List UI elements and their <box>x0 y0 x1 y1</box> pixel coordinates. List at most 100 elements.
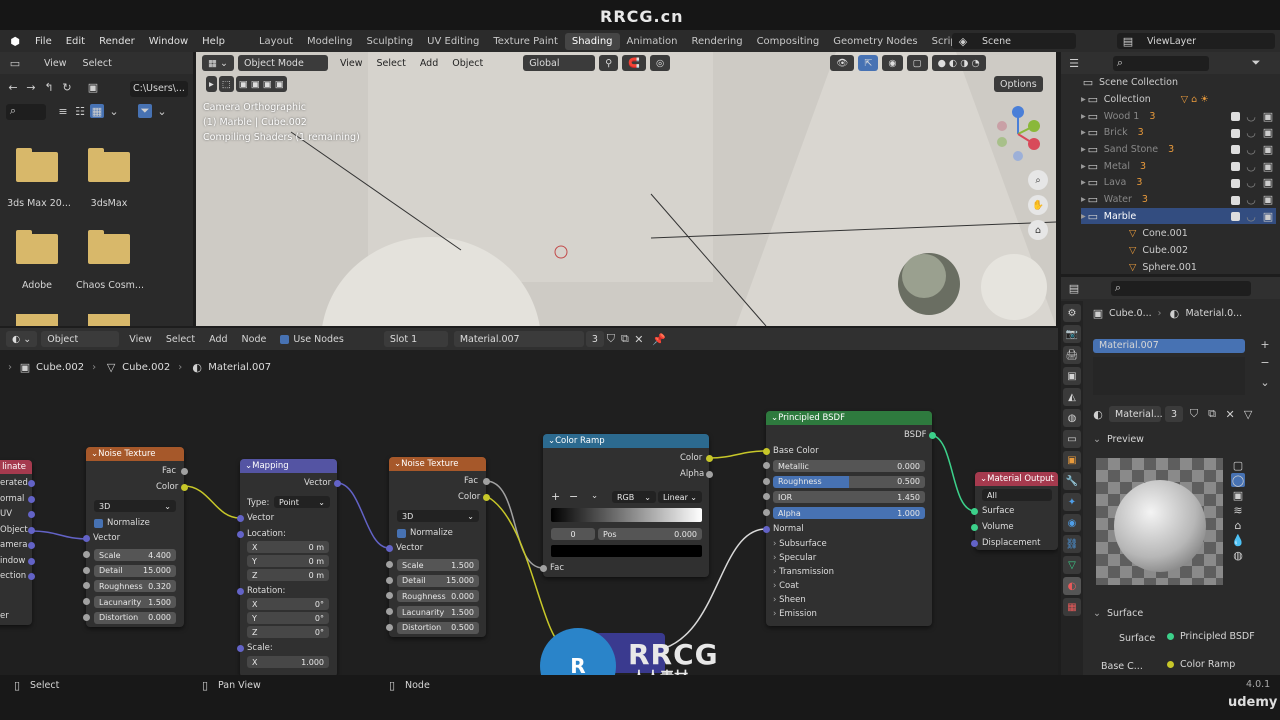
visibility-icon[interactable]: ◡ <box>1244 126 1258 140</box>
tab-uv-editing[interactable]: UV Editing <box>420 33 486 50</box>
input-socket[interactable] <box>386 623 393 631</box>
path-field[interactable]: C:\Users\... <box>130 81 188 97</box>
visibility-icon[interactable]: ◡ <box>1244 109 1258 123</box>
output-socket[interactable] <box>706 455 713 462</box>
input-socket[interactable] <box>763 477 770 485</box>
unlink-icon[interactable]: ✕ <box>1223 407 1237 421</box>
compact-view-icon[interactable]: ☷ <box>73 104 87 118</box>
preview-fluid-icon[interactable]: 💧 <box>1231 533 1245 547</box>
input-socket[interactable] <box>386 545 393 552</box>
output-socket[interactable] <box>181 484 188 491</box>
visibility-icon[interactable]: ◡ <box>1244 159 1258 173</box>
options-button[interactable]: Options <box>994 76 1043 92</box>
preview-world-icon[interactable]: ◍ <box>1231 548 1245 562</box>
input-socket[interactable] <box>83 566 90 574</box>
tab-shading[interactable]: Shading <box>564 32 620 50</box>
outliner-row-brick[interactable]: ▸ ▭ Brick 3 ◡ ▣ <box>1081 125 1276 141</box>
material-field[interactable]: Material... <box>1109 406 1163 422</box>
scene-tab-icon[interactable]: ◭ <box>1063 388 1081 406</box>
tab-sculpting[interactable]: Sculpting <box>359 33 420 50</box>
properties-editor-icon[interactable]: ▤ <box>1067 281 1081 295</box>
vp-menu-object[interactable]: Object <box>452 58 483 69</box>
input-socket[interactable] <box>237 645 244 652</box>
exclude-checkbox[interactable] <box>1231 128 1240 138</box>
input-socket[interactable] <box>237 531 244 538</box>
xray-icon[interactable]: ▢ <box>906 55 928 71</box>
editor-type-icon[interactable]: ▭ <box>8 56 22 70</box>
vp-menu-select[interactable]: Select <box>377 58 406 69</box>
collection-row[interactable]: ▸ ▭ Collection ▽ ⌂ ☀ <box>1081 91 1209 107</box>
preview-cube-icon[interactable]: ▣ <box>1231 488 1245 502</box>
output-socket[interactable] <box>181 468 188 475</box>
output-socket[interactable] <box>28 526 35 534</box>
outliner-row-lava[interactable]: ▸ ▭ Lava 3 ◡ ▣ <box>1081 175 1276 191</box>
bsdf-subpanel-sheen[interactable]: › Sheen <box>773 595 806 605</box>
add-slot-icon[interactable]: + <box>1258 337 1272 351</box>
slot-menu-icon[interactable]: ⌄ <box>1258 375 1272 389</box>
menu-window[interactable]: Window <box>142 36 195 47</box>
select-box-icon[interactable]: ⬚ <box>218 76 234 92</box>
tab-animation[interactable]: Animation <box>620 33 685 50</box>
stop-color-swatch[interactable] <box>551 545 702 557</box>
param-field-roughness[interactable]: Roughness 0.500 <box>773 475 925 488</box>
sort-dropdown-icon[interactable]: ⌄ <box>107 104 121 118</box>
render-icon[interactable]: ▣ <box>1261 193 1275 207</box>
output-socket[interactable] <box>483 478 490 485</box>
render-icon[interactable]: ▣ <box>1261 176 1275 190</box>
physics-tab-icon[interactable]: ◉ <box>1063 514 1081 532</box>
param-field-ior[interactable]: IOR 1.450 <box>773 491 925 504</box>
vector-component-y[interactable]: Y 0 m <box>247 555 329 567</box>
navigation-gizmo[interactable] <box>988 104 1048 164</box>
material-slot[interactable]: Material.007 <box>1093 339 1245 353</box>
tab-compositing[interactable]: Compositing <box>750 33 827 50</box>
tab-geometry-nodes[interactable]: Geometry Nodes <box>826 33 924 50</box>
fb-menu-select[interactable]: Select <box>83 58 112 69</box>
object-tab-icon[interactable]: ▣ <box>1063 451 1081 469</box>
input-socket[interactable] <box>386 576 393 584</box>
color-ramp-gradient[interactable] <box>551 508 702 522</box>
outliner-row-wood-1[interactable]: ▸ ▭ Wood 1 3 ◡ ▣ <box>1081 108 1276 124</box>
node-editor[interactable]: ◐ ⌄ Object View Select Add Node Use Node… <box>0 328 1058 675</box>
render-icon[interactable]: ▣ <box>1261 142 1275 156</box>
fb-menu-view[interactable]: View <box>44 58 67 69</box>
render-icon[interactable]: ▣ <box>1261 209 1275 223</box>
visibility-icon[interactable]: ◡ <box>1244 193 1258 207</box>
param-field-detail[interactable]: Detail 15.000 <box>397 574 479 587</box>
param-field-distortion[interactable]: Distortion 0.500 <box>397 621 479 634</box>
exclude-checkbox[interactable] <box>1231 195 1240 205</box>
vector-component-z[interactable]: Z 0 m <box>247 569 329 581</box>
input-socket[interactable] <box>971 540 978 547</box>
view-layer-tab-icon[interactable]: ▣ <box>1063 367 1081 385</box>
camera-icon[interactable]: ⌂ <box>1028 220 1048 240</box>
render-icon[interactable]: ▣ <box>1261 159 1275 173</box>
bsdf-subpanel-specular[interactable]: › Specular <box>773 553 816 563</box>
tab-modeling[interactable]: Modeling <box>300 33 360 50</box>
param-field-lacunarity[interactable]: Lacunarity 1.500 <box>397 606 479 619</box>
tab-texture-paint[interactable]: Texture Paint <box>486 33 565 50</box>
base-color-field[interactable]: Color Ramp <box>1167 659 1235 670</box>
outliner-row-water[interactable]: ▸ ▭ Water 3 ◡ ▣ <box>1081 192 1276 208</box>
param-field-distortion[interactable]: Distortion 0.000 <box>94 611 176 624</box>
blender-logo-icon[interactable]: ⬢ <box>8 34 22 48</box>
view-layer-selector[interactable]: ▤ ViewLayer <box>1117 33 1275 49</box>
stop-index-field[interactable]: 0 <box>551 528 595 540</box>
render-target-dropdown[interactable]: All <box>982 489 1052 501</box>
preview-sphere-icon[interactable]: ◯ <box>1231 473 1245 487</box>
parent-dir-icon[interactable]: ↰ <box>42 80 56 94</box>
input-socket[interactable] <box>971 524 978 531</box>
collection-tab-icon[interactable]: ▭ <box>1063 430 1081 448</box>
output-socket[interactable] <box>28 480 35 487</box>
output-socket[interactable] <box>28 511 35 518</box>
outliner-search[interactable]: ⌕ <box>1113 55 1209 71</box>
search-field[interactable]: ⌕ <box>6 104 46 120</box>
vector-component-x[interactable]: X 0° <box>247 598 329 610</box>
param-field-alpha[interactable]: Alpha 1.000 <box>773 507 925 520</box>
output-socket[interactable] <box>483 494 490 501</box>
vector-component-x[interactable]: X 0 m <box>247 541 329 553</box>
folder-item[interactable] <box>16 148 58 182</box>
pan-hand-icon[interactable]: ✋ <box>1028 195 1048 215</box>
param-field-metallic[interactable]: Metallic 0.000 <box>773 460 925 472</box>
outliner-child-row[interactable]: ▽ Cone.001 <box>1129 225 1188 241</box>
visibility-icon[interactable]: 👁 <box>830 55 855 71</box>
filter-dropdown-icon[interactable]: ⌄ <box>155 104 169 118</box>
